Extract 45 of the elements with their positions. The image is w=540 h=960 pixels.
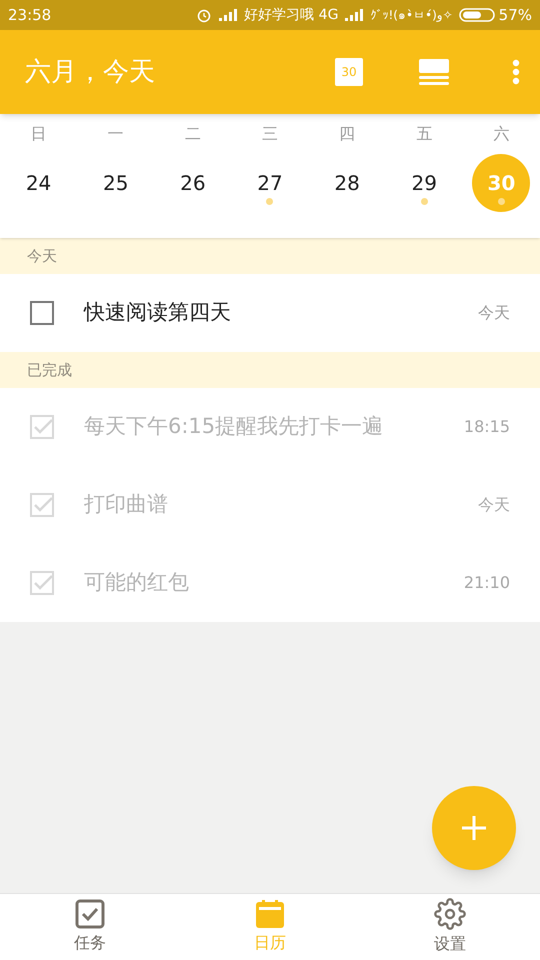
- weekday-label: 一: [106, 123, 125, 145]
- list-view-icon[interactable]: [419, 59, 449, 85]
- date-cell[interactable]: 28: [318, 154, 376, 212]
- task-time: 今天: [478, 302, 510, 324]
- section-header: 已完成: [0, 352, 540, 388]
- checked-checkbox-icon[interactable]: [30, 493, 54, 517]
- app-title: 六月，今天: [25, 56, 156, 88]
- task-row[interactable]: 快速阅读第四天 今天: [0, 274, 540, 352]
- date-cell[interactable]: 24: [10, 154, 68, 212]
- settings-icon: [434, 898, 466, 930]
- carrier-name: ｸﾞｯ!(๑•̀ㅂ•́)و✧: [370, 7, 453, 24]
- carrier-name: 好好学习哦 4G: [244, 6, 338, 24]
- weekday-label: 六: [492, 123, 510, 145]
- battery-icon: [458, 8, 495, 22]
- status-time: 23:58: [8, 4, 52, 26]
- battery-percent: 57%: [498, 4, 532, 26]
- calendar-icon: [255, 899, 285, 929]
- task-title: 打印曲谱: [84, 491, 169, 518]
- checked-checkbox-icon[interactable]: [30, 415, 54, 439]
- task-title: 快速阅读第四天: [84, 299, 232, 326]
- date-cell[interactable]: 26: [164, 154, 222, 212]
- plus-icon: [461, 815, 487, 841]
- date-cell[interactable]: 25: [86, 154, 145, 212]
- date-cell[interactable]: 29: [395, 154, 454, 212]
- weekday-label: 日: [30, 123, 48, 145]
- weekday-label: 三: [260, 123, 279, 145]
- task-title: 可能的红包: [84, 569, 190, 596]
- task-time: 今天: [478, 494, 510, 516]
- alarm-icon: [196, 7, 212, 23]
- weekday-label: 五: [415, 123, 434, 145]
- task-time: 18:15: [464, 416, 510, 438]
- nav-tab[interactable]: 任务: [0, 894, 180, 960]
- checkbox-icon[interactable]: [30, 301, 54, 325]
- weekday-label: 二: [184, 123, 202, 145]
- task-time: 21:10: [464, 572, 510, 594]
- signal-icon: [344, 9, 364, 21]
- more-menu-icon[interactable]: [512, 59, 520, 85]
- weekday-label: 四: [338, 123, 356, 145]
- nav-tab[interactable]: 设置: [360, 894, 540, 960]
- section-header: 今天: [0, 238, 540, 274]
- signal-icon: [218, 9, 238, 21]
- date-cell[interactable]: 27: [240, 154, 299, 212]
- checked-checkbox-icon[interactable]: [30, 571, 54, 595]
- checkbox-icon: [75, 899, 105, 929]
- task-title: 每天下午6:15提醒我先打卡一遍: [84, 413, 384, 440]
